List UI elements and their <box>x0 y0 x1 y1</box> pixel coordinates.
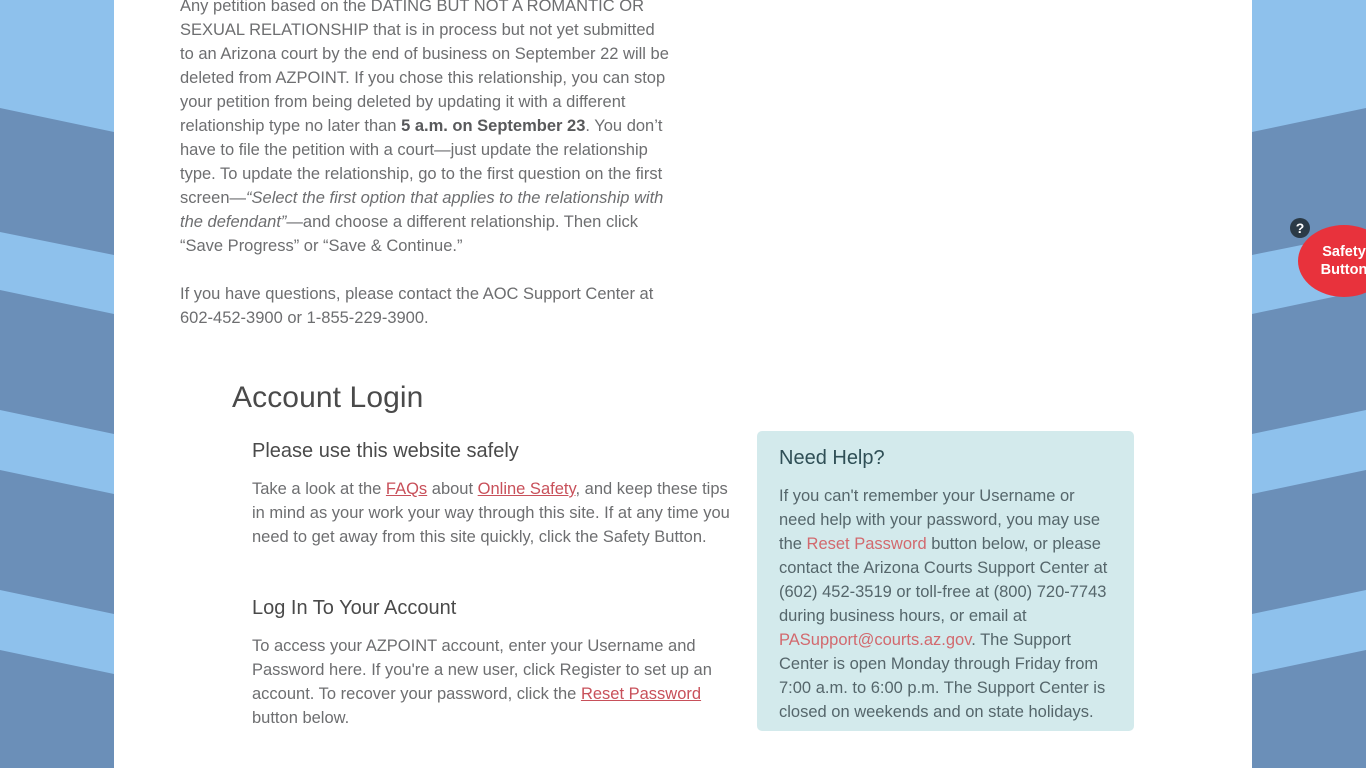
online-safety-link[interactable]: Online Safety <box>478 480 576 498</box>
login-instructions-text: To access your AZPOINT account, enter yo… <box>252 634 732 730</box>
notice-text: Any petition based on the DATING BUT NOT… <box>180 0 672 354</box>
support-email-link[interactable]: PASupport@courts.az.gov <box>779 631 971 649</box>
safety-button-line-2: Button <box>1320 262 1366 278</box>
help-reset-password-link[interactable]: Reset Password <box>807 535 927 553</box>
need-help-text: If you can't remember your Username or n… <box>779 484 1112 724</box>
need-help-heading: Need Help? <box>779 447 885 469</box>
website-safety-text: Take a look at the FAQs about Online Saf… <box>252 477 732 549</box>
faqs-link[interactable]: FAQs <box>386 480 427 498</box>
website-safety-heading: Please use this website safely <box>252 440 519 462</box>
safety-text-part1: Take a look at the <box>252 480 386 498</box>
reset-password-link[interactable]: Reset Password <box>581 685 701 703</box>
login-text-part2: button below. <box>252 709 350 727</box>
login-heading: Log In To Your Account <box>252 597 457 619</box>
help-question-icon[interactable]: ? <box>1290 218 1310 238</box>
page-title: Account Login <box>232 381 424 414</box>
notice-paragraph-2: If you have questions, please contact th… <box>180 285 654 327</box>
safety-button-line-1: Safety <box>1322 244 1366 260</box>
notice-p1-part1: Any petition based on the DATING BUT NOT… <box>180 0 669 135</box>
login-info-column: Please use this website safely Take a lo… <box>252 440 732 730</box>
safety-text-part2: about <box>427 480 478 498</box>
notice-paragraph-1: Any petition based on the DATING BUT NOT… <box>180 0 672 258</box>
need-help-panel: Need Help? If you can't remember your Us… <box>757 431 1134 731</box>
notice-p1-bold: 5 a.m. on September 23 <box>401 117 586 135</box>
